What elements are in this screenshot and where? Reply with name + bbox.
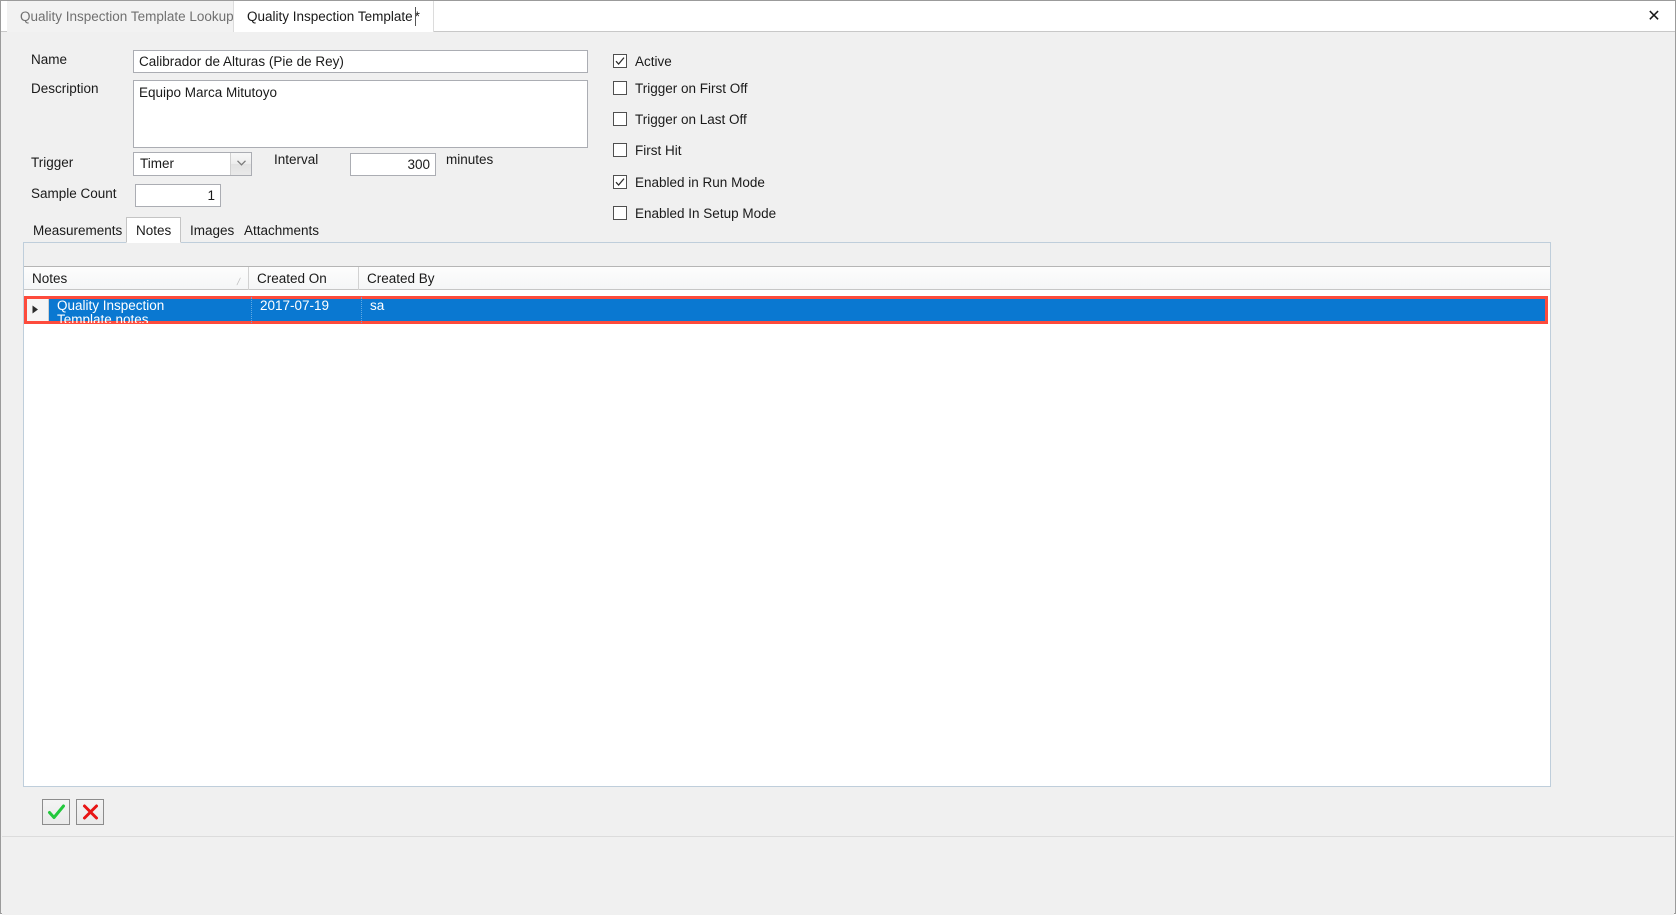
chevron-down-icon[interactable]: [230, 153, 251, 175]
template-form: Name Description Trigger Timer Interval …: [2, 32, 1674, 221]
document-tab-template-label: Quality Inspection Template: [247, 9, 413, 24]
checkbox-trigger-first-off-label: Trigger on First Off: [635, 81, 748, 96]
tab-images[interactable]: Images: [181, 220, 244, 243]
checkbox-active-label: Active: [635, 54, 672, 69]
column-header-created-by[interactable]: Created By: [359, 267, 1548, 290]
checkbox-first-hit-label: First Hit: [635, 143, 682, 158]
column-header-notes[interactable]: Notes /: [24, 267, 249, 290]
tab-notes[interactable]: Notes: [126, 217, 182, 243]
tab-notes-label: Notes: [136, 223, 172, 238]
table-row[interactable]: Quality Inspection Template notes 2017-0…: [24, 296, 1548, 324]
column-header-created-by-label: Created By: [367, 271, 435, 286]
cell-created-by: sa: [370, 298, 385, 313]
name-input[interactable]: [133, 50, 588, 73]
sample-count-label: Sample Count: [31, 186, 117, 201]
checkbox-enabled-setup-mode-label: Enabled In Setup Mode: [635, 206, 777, 221]
text-caret: [415, 7, 416, 26]
interval-input[interactable]: [350, 153, 436, 176]
trigger-dropdown[interactable]: Timer: [133, 152, 252, 176]
checkbox-trigger-last-off-label: Trigger on Last Off: [635, 112, 747, 127]
document-tab-lookup-label: Quality Inspection Template Lookup: [20, 9, 234, 24]
group-by-panel[interactable]: [24, 243, 1550, 267]
ok-button[interactable]: [42, 799, 70, 825]
checkbox-first-hit-box[interactable]: [613, 143, 627, 157]
close-icon[interactable]: ✕: [1639, 1, 1669, 31]
row-selector-arrow-icon: [27, 299, 49, 321]
checkbox-enabled-run-mode-box[interactable]: [613, 175, 627, 189]
tab-measurements-label: Measurements: [33, 223, 123, 238]
checkbox-enabled-run-mode-label: Enabled in Run Mode: [635, 175, 765, 190]
dialog-action-bar: [2, 790, 1674, 836]
description-input[interactable]: [133, 80, 588, 148]
tab-measurements[interactable]: Measurements: [24, 220, 132, 243]
document-tab-template[interactable]: Quality Inspection Template *: [233, 1, 434, 32]
cell-notes: Quality Inspection Template notes: [49, 297, 252, 323]
window-bottom-strip: [2, 836, 1674, 915]
column-header-created-on[interactable]: Created On: [249, 267, 359, 290]
tab-attachments[interactable]: Attachments: [235, 220, 329, 243]
grid-header-row: Notes / Created On Created By: [24, 267, 1550, 290]
quality-inspection-template-window: Quality Inspection Template Lookup Quali…: [0, 0, 1676, 915]
document-tab-lookup[interactable]: Quality Inspection Template Lookup: [7, 1, 248, 32]
grid-body: Quality Inspection Template notes 2017-0…: [24, 290, 1550, 786]
notes-grid: Notes / Created On Created By Quality In…: [23, 242, 1551, 787]
cancel-button[interactable]: [76, 799, 104, 825]
checkbox-trigger-last-off-box[interactable]: [613, 112, 627, 126]
interval-label: Interval: [274, 152, 319, 167]
trigger-label: Trigger: [31, 155, 74, 170]
sample-count-input[interactable]: [135, 184, 221, 207]
description-label: Description: [31, 81, 99, 96]
interval-unit-label: minutes: [446, 152, 494, 167]
tab-attachments-label: Attachments: [244, 223, 320, 238]
checkbox-enabled-setup-mode-box[interactable]: [613, 206, 627, 220]
checkbox-trigger-first-off-box[interactable]: [613, 81, 627, 95]
name-label: Name: [31, 52, 68, 67]
document-tab-strip: Quality Inspection Template Lookup Quali…: [1, 1, 1675, 32]
trigger-dropdown-value: Timer: [140, 156, 174, 171]
checkbox-active-box[interactable]: [613, 54, 627, 68]
column-header-notes-label: Notes: [32, 271, 68, 286]
column-header-created-on-label: Created On: [257, 271, 327, 286]
cell-created-on: 2017-07-19: [252, 297, 362, 323]
tab-images-label: Images: [190, 223, 235, 238]
